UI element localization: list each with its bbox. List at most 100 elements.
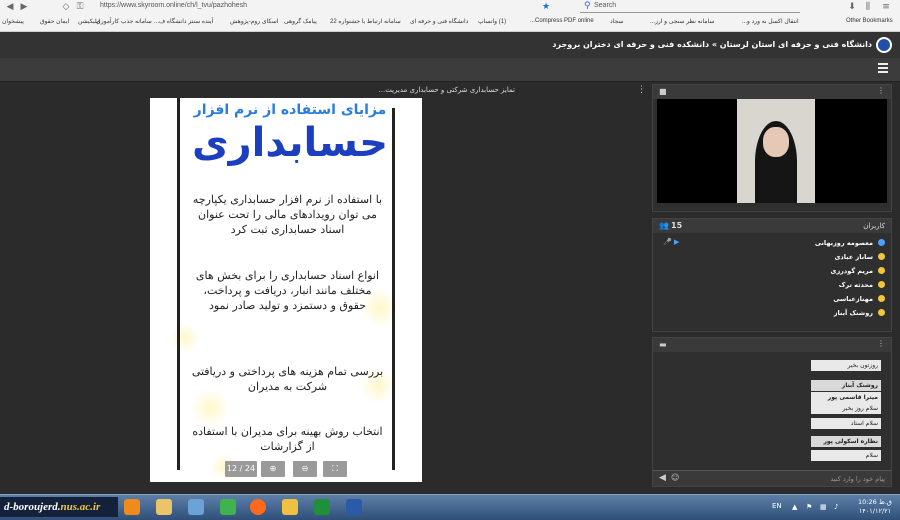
slide-paragraph-1: با استفاده از نرم افزار حسابداری یکپارچه… [192, 193, 383, 236]
users-title: کاربران [863, 222, 885, 230]
network-icon[interactable]: ▦ [820, 503, 828, 511]
bookmark-item[interactable]: اپلیکیشن [78, 18, 100, 25]
video-stream[interactable] [657, 99, 887, 203]
user-avatar-icon [878, 295, 885, 302]
browser-chrome: ◀ ▶ ◇ ⚿ https://www.skyroom.online/ch/l_… [0, 0, 900, 32]
volume-icon[interactable]: ♪ [834, 503, 842, 511]
user-row[interactable]: محدثه ترک [659, 279, 885, 292]
search-placeholder: Search [594, 2, 617, 9]
slide-border-right [392, 108, 395, 470]
zoom-out-icon[interactable]: ⊖ [293, 461, 317, 477]
taskbar: d-boroujerd.nus.ac.ir EN ▲ ⚑ ▦ ♪ 10:26 ق… [0, 494, 900, 520]
user-row[interactable]: مریم گودرزی [659, 265, 885, 278]
bookmarks-bar: Other Bookmarks انتقال اکسل به ورد و... … [0, 16, 900, 31]
bookmark-item[interactable]: پیامک گروهی [284, 18, 317, 25]
star-icon[interactable]: ★ [540, 1, 552, 13]
user-row[interactable]: مهنازعباسی [659, 293, 885, 306]
user-row[interactable]: 🎤 ▶ معصومه روزبهانی [659, 237, 885, 250]
forward-icon[interactable]: ▶ [18, 1, 30, 13]
chat-input[interactable]: ◀ ☺ پیام خود را وارد کنید [653, 470, 891, 486]
users-panel-header: 👥 15 کاربران [653, 219, 891, 233]
start-banner[interactable]: d-boroujerd.nus.ac.ir [0, 497, 118, 517]
bookmark-item[interactable]: پیشخوان [2, 18, 24, 25]
mic-camera-icon[interactable]: 🎤 ▶ [663, 238, 679, 246]
decorative-bubble [190, 388, 230, 428]
search-box[interactable]: ⚲ Search [580, 1, 800, 13]
shield-icon[interactable]: ◇ [60, 1, 72, 13]
toolbar [0, 58, 900, 82]
user-name: معصومه روزبهانی [814, 239, 873, 247]
clock[interactable]: 10:26 ق.ظ ۱۴۰۱/۱۲/۲۱ [858, 498, 892, 516]
chat-panel: ▬ ⋮ روزتون بخیر روشنک آبناز میترا قاسمی … [652, 337, 892, 487]
page-indicator[interactable]: 12 / 24 [225, 461, 257, 477]
flag-icon[interactable]: ⚑ [806, 503, 814, 511]
bookmark-other[interactable]: Other Bookmarks [846, 18, 893, 24]
user-avatar-icon [878, 253, 885, 260]
bookmark-item[interactable]: سامانه ارتباط با جشنواره 22 [330, 18, 401, 25]
explorer-app-icon[interactable] [282, 499, 298, 515]
send-icon[interactable]: ◀ [659, 473, 666, 483]
chat-input-placeholder: پیام خود را وارد کنید [830, 475, 885, 483]
viewer-more-icon[interactable]: ⋮ [637, 85, 646, 95]
bookmark-item[interactable]: آینده سنتز دانشگاه ف... [154, 18, 213, 25]
chat-message: نظاره اسکولی پور [811, 436, 881, 447]
browser-menu-icon[interactable]: ≡ [880, 1, 892, 13]
app-header: دانشگاه فنی و حرفه ای استان لرستان » دان… [0, 32, 900, 58]
emoji-icon[interactable]: ☺ [671, 473, 679, 482]
university-logo-icon [876, 37, 892, 53]
bookmark-item[interactable]: (1) واتساپ [478, 18, 506, 25]
zoom-in-icon[interactable]: ⊕ [261, 461, 285, 477]
chat-panel-header: ▬ ⋮ [653, 338, 891, 352]
user-name: ساناز عبادی [834, 253, 873, 261]
slide-heading: حسابداری [191, 120, 389, 166]
hamburger-menu-icon[interactable] [878, 63, 888, 73]
chat-more-icon[interactable]: ⋮ [877, 339, 885, 348]
users-panel: 👥 15 کاربران 🎤 ▶ معصومه روزبهانی ساناز ع… [652, 218, 892, 332]
bookmark-item[interactable]: Compress PDF online... [530, 18, 594, 24]
lock-icon[interactable]: ⚿ [74, 1, 86, 13]
slide-paragraph-3: بررسی تمام هزینه های پرداختی و دریافتی ش… [191, 365, 384, 393]
firefox-app-icon[interactable] [250, 499, 266, 515]
user-avatar-icon [878, 309, 885, 316]
library-icon[interactable]: ⫼ [862, 1, 874, 13]
bookmark-item[interactable]: سامانه جذب کارآموزی [96, 18, 152, 25]
app-icon[interactable] [156, 499, 172, 515]
chat-messages[interactable]: روزتون بخیر روشنک آبناز میترا قاسمی پور … [657, 352, 887, 468]
video-panel: ■ ⋮ [652, 84, 892, 212]
chat-icon: ▬ [659, 340, 667, 349]
decorative-bubble [170, 323, 200, 353]
slide-border-left [177, 98, 180, 470]
url-bar[interactable]: https://www.skyroom.online/ch/l_tvu/pazh… [100, 2, 247, 9]
chat-message: روشنک آبناز [811, 380, 881, 391]
app-icon[interactable] [188, 499, 204, 515]
fullscreen-icon[interactable]: ⛶ [323, 461, 347, 477]
word-app-icon[interactable] [346, 499, 362, 515]
bookmark-item[interactable]: اسکای روم-پژوهش [230, 18, 278, 25]
user-name: مریم گودرزی [830, 267, 873, 275]
bookmark-item[interactable]: سامانه نظر سنجی و ارز... [650, 18, 714, 25]
excel-app-icon[interactable] [314, 499, 330, 515]
app-icon[interactable] [220, 499, 236, 515]
users-icon: 👥 [659, 221, 669, 230]
bookmark-item[interactable]: سجاد [610, 18, 623, 25]
video-more-icon[interactable]: ⋮ [877, 86, 885, 95]
search-icon: ⚲ [584, 1, 591, 11]
bookmark-item[interactable]: انتقال اکسل به ورد و... [742, 18, 799, 25]
speaker-video [737, 99, 815, 203]
video-panel-header: ■ ⋮ [653, 85, 891, 99]
download-icon[interactable]: ⬇ [846, 1, 858, 13]
ie-app-icon[interactable] [124, 499, 140, 515]
slide-paragraph-4: انتخاب روش بهینه برای مدیران با استفاده … [192, 425, 383, 453]
chat-message: سلام روز بخیر [811, 403, 881, 414]
bookmark-item[interactable]: ایمان حقوق [40, 18, 69, 25]
user-row[interactable]: ساناز عبادی [659, 251, 885, 264]
bookmark-item[interactable]: دانشگاه فنی و حرفه ای [410, 18, 468, 25]
language-indicator[interactable]: EN [772, 502, 782, 510]
tray-arrow-icon[interactable]: ▲ [792, 503, 800, 511]
slide: مزایای استفاده از نرم افزار حسابداری با … [150, 98, 422, 482]
back-icon[interactable]: ◀ [4, 1, 16, 13]
users-count: 15 [671, 221, 683, 230]
user-row[interactable]: روشنک آبناز [659, 307, 885, 320]
user-name: روشنک آبناز [833, 309, 873, 317]
user-avatar-icon [878, 267, 885, 274]
